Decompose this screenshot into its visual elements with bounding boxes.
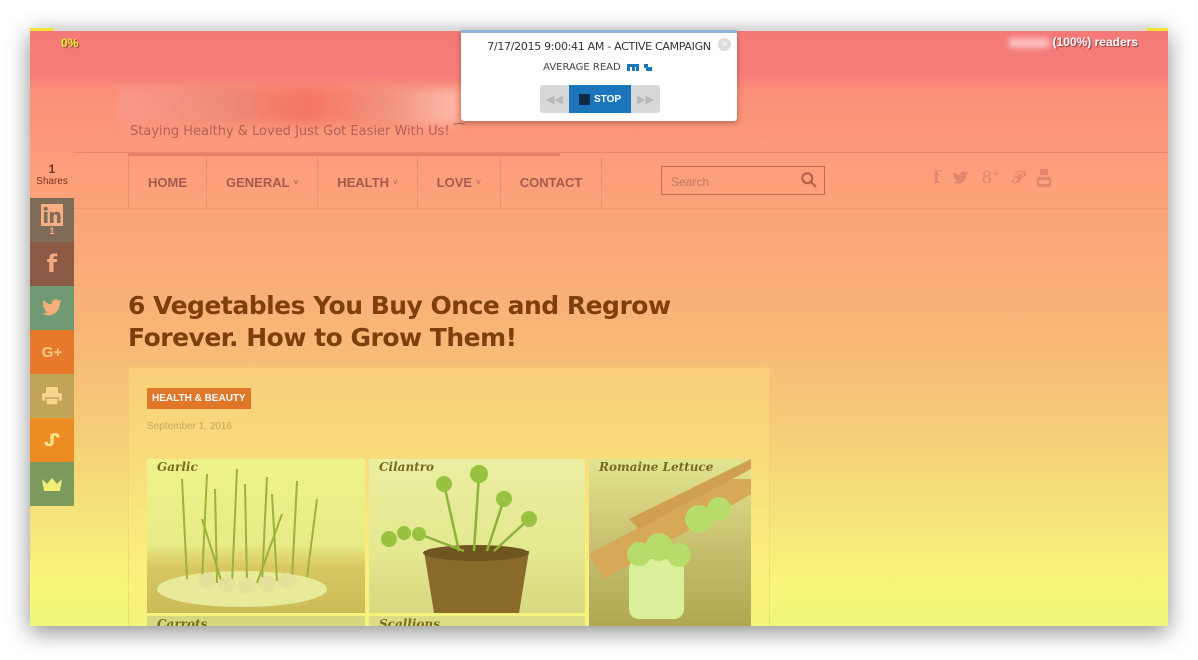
average-read-label: AVERAGE READ <box>543 62 621 73</box>
twitter-icon[interactable] <box>952 171 969 185</box>
linkedin-share-count: 1 <box>49 226 55 236</box>
nav-health[interactable]: HEALTH ˅ <box>318 156 418 208</box>
facebook-icon: f <box>46 250 58 278</box>
share-count-number: 1 <box>48 162 56 176</box>
site-logo-blurred[interactable] <box>118 88 458 124</box>
photo-caption: Cilantro <box>379 460 435 474</box>
linkedin-icon <box>41 204 63 226</box>
google-plus-icon[interactable]: 8+ <box>981 168 999 188</box>
print-icon <box>42 387 62 406</box>
share-linkedin-button[interactable]: 1 <box>30 198 74 242</box>
facebook-icon[interactable]: f <box>933 168 940 188</box>
share-count-label: Shares <box>36 176 68 187</box>
stop-button[interactable]: STOP <box>569 85 631 113</box>
photo-caption: Romaine Lettuce <box>599 460 714 474</box>
lettuce-illustration <box>589 459 751 619</box>
photo-caption: Garlic <box>157 460 198 474</box>
youtube-icon[interactable] <box>1036 169 1052 187</box>
category-badge[interactable]: HEALTH & BEAUTY <box>147 388 251 409</box>
photo-romaine-lettuce: Romaine Lettuce <box>589 459 751 626</box>
share-count: 1 Shares <box>30 163 74 188</box>
article-title: 6 Vegetables You Buy Once and Regrow For… <box>128 291 671 352</box>
readers-count: (100%) readers <box>1008 35 1138 49</box>
rewind-button[interactable]: ◀◀ <box>540 85 569 113</box>
share-stumbleupon-button[interactable]: ᔑ <box>30 418 74 462</box>
article-date: September 1, 2016 <box>147 421 233 432</box>
fast-forward-button[interactable]: ▶▶ <box>631 85 660 113</box>
main-nav: HOME GENERAL ˅ HEALTH ˅ LOVE ˅ CONTACT <box>128 156 603 208</box>
campaign-popup: 7/17/2015 9:00:41 AM - ACTIVE CAMPAIGN ×… <box>461 30 737 121</box>
stumbleupon-icon: ᔑ <box>43 429 61 451</box>
nav-home[interactable]: HOME <box>129 156 207 208</box>
share-facebook-button[interactable]: f <box>30 242 74 286</box>
photo-cilantro: Cilantro <box>369 459 585 613</box>
nav-bottom-divider <box>74 208 1168 209</box>
photo-caption: Carrots <box>157 617 208 626</box>
chevron-down-icon: ˅ <box>293 177 299 187</box>
stop-label: STOP <box>593 93 622 105</box>
stop-icon <box>578 93 590 105</box>
article-card: HEALTH & BEAUTY September 1, 2016 Garlic <box>128 367 770 626</box>
search-input[interactable] <box>662 167 803 196</box>
close-icon[interactable]: × <box>718 38 731 51</box>
print-button[interactable] <box>30 374 74 418</box>
scroll-percent-label: 0% <box>61 36 79 50</box>
search-box <box>661 166 825 196</box>
share-google-plus-button[interactable]: G+ <box>30 330 74 374</box>
floating-share-bar: 1 f G+ ᔑ <box>30 198 74 506</box>
nav-general[interactable]: GENERAL ˅ <box>207 156 319 208</box>
pinterest-icon[interactable]: 𝓟 <box>1012 168 1024 188</box>
photo-caption: Scallions <box>379 617 440 626</box>
nav-love[interactable]: LOVE ˅ <box>418 156 501 208</box>
nav-contact[interactable]: CONTACT <box>501 156 603 208</box>
photo-garlic: Garlic <box>147 459 365 613</box>
readers-label: (100%) readers <box>1052 35 1138 49</box>
share-more-button[interactable] <box>30 462 74 506</box>
google-plus-icon: G+ <box>41 343 63 361</box>
twitter-icon <box>42 299 62 316</box>
reading-progress-left <box>30 28 54 31</box>
photo-carrots: Carrots <box>147 616 365 626</box>
campaign-timestamp: 7/17/2015 9:00:41 AM - ACTIVE CAMPAIGN <box>487 40 711 53</box>
read-pattern-icon <box>626 63 652 71</box>
garlic-sprouts-illustration <box>157 468 327 607</box>
photo-scallions: Scallions <box>369 616 585 626</box>
share-twitter-button[interactable] <box>30 286 74 330</box>
search-icon[interactable] <box>800 171 818 189</box>
blurred-reader-count <box>1008 37 1049 48</box>
reading-progress-right <box>1146 28 1168 31</box>
site-tagline: Staying Healthy & Loved Just Got Easier … <box>130 124 465 139</box>
cilantro-illustration <box>381 465 537 613</box>
article-image[interactable]: Garlic Cilantro Romaine Lettuce Carrots … <box>147 459 751 626</box>
chevron-down-icon: ˅ <box>476 177 481 187</box>
crown-icon <box>42 478 62 491</box>
header-social-icons: f 8+ 𝓟 <box>933 168 1052 188</box>
chevron-down-icon: ˅ <box>393 177 398 187</box>
playback-controls: ◀◀ STOP ▶▶ <box>540 85 660 113</box>
average-read-row: AVERAGE READ <box>461 62 737 73</box>
